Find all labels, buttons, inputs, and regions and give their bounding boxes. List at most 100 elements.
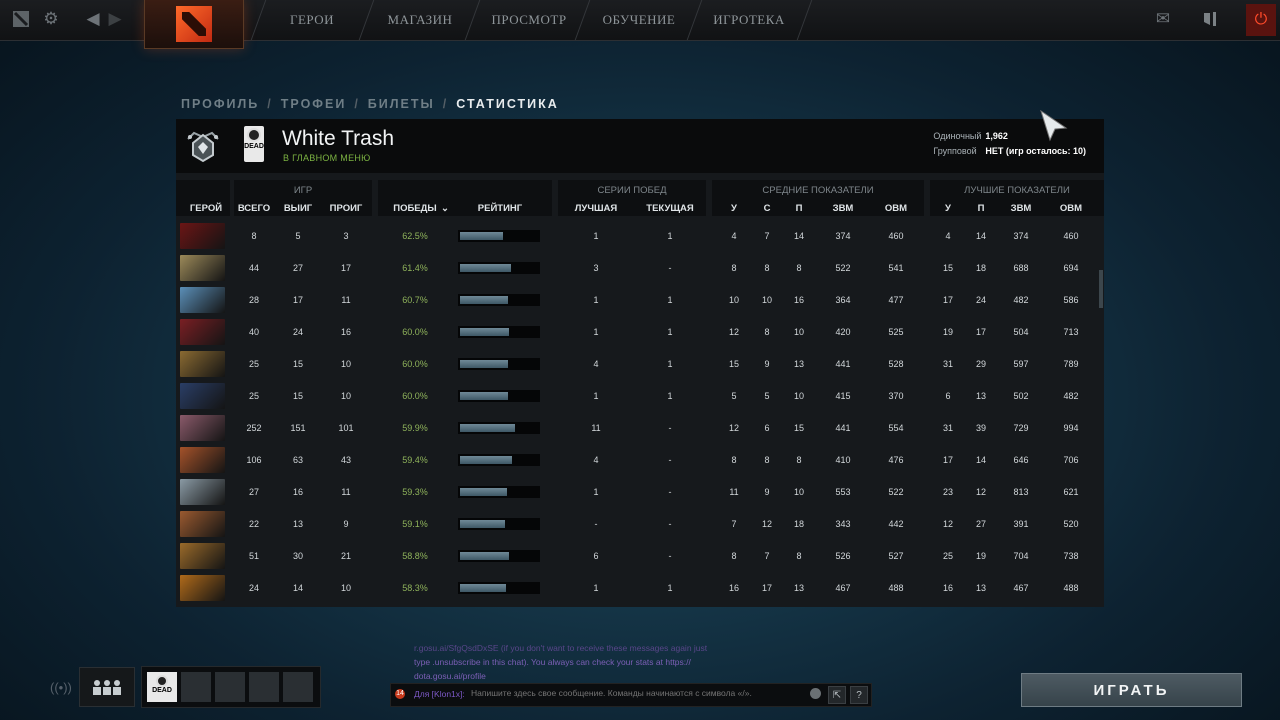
cell-winrate: 62.5% (402, 231, 428, 241)
col-avg-kills[interactable]: У (724, 203, 744, 214)
dota-logo-button[interactable] (144, 0, 244, 49)
col-best-streak[interactable]: ЛУЧШАЯ (568, 203, 624, 214)
cell-total: 25 (248, 391, 259, 401)
col-avg-xpm[interactable]: ЗВМ (828, 203, 858, 214)
col-avg-assists[interactable]: П (789, 203, 809, 214)
settings-gear-icon[interactable]: ⚙ (40, 8, 62, 30)
col-wins[interactable]: ВЫИГ (278, 203, 318, 214)
col-current-streak[interactable]: ТЕКУЩАЯ (642, 203, 698, 214)
avatar[interactable]: DEAD (244, 126, 264, 162)
table-row[interactable]: 22 13 9 59.1% - - 7 12 18 343 442 12 27 391 520 (176, 508, 1104, 540)
col-best-assists[interactable]: П (971, 203, 991, 214)
col-avg-deaths[interactable]: С (757, 203, 777, 214)
cell-gpm: 541 (888, 263, 904, 273)
hero-portrait[interactable] (180, 415, 225, 441)
cell-losses: 10 (340, 583, 351, 593)
hero-portrait[interactable] (180, 479, 225, 505)
cell-ba: 13 (975, 391, 986, 401)
hero-portrait[interactable] (180, 383, 225, 409)
table-row[interactable]: 252 151 101 59.9% 11 - 12 6 15 441 554 31 39 729 994 (176, 412, 1104, 444)
table-row[interactable]: 40 24 16 60.0% 1 1 12 8 10 420 525 19 17 504 713 (176, 316, 1104, 348)
party-slot-empty[interactable] (283, 672, 313, 702)
col-total[interactable]: ВСЕГО (234, 203, 274, 214)
table-row[interactable]: 8 5 3 62.5% 1 1 4 7 14 374 460 4 14 374 460 (176, 220, 1104, 252)
cell-ba: 12 (975, 487, 986, 497)
cell-bgpm: 586 (1063, 295, 1079, 305)
table-row[interactable]: 28 17 11 60.7% 1 1 10 10 16 364 477 17 24 482 586 (176, 284, 1104, 316)
chat-message-link[interactable]: dota.gosu.ai/profile (414, 669, 744, 683)
rating-bar-fill (460, 520, 505, 528)
cell-ba: 18 (975, 263, 986, 273)
table-row[interactable]: 25 15 10 60.0% 1 1 5 5 10 415 370 6 13 502 482 (176, 380, 1104, 412)
chat-channel-label[interactable]: Для [Klon1x]: (414, 689, 465, 699)
table-row[interactable]: 44 27 17 61.4% 3 - 8 8 8 522 541 15 18 688 694 (176, 252, 1104, 284)
table-row[interactable]: 24 14 10 58.3% 1 1 16 17 13 467 488 16 13 467 488 (176, 572, 1104, 604)
avatar-text: DEAD (244, 143, 264, 150)
col-losses[interactable]: ПРОИГ (324, 203, 368, 214)
chat-popout-icon[interactable]: ⇱ (828, 686, 846, 704)
hero-portrait[interactable] (180, 351, 225, 377)
cell-bgpm: 482 (1063, 391, 1079, 401)
table-row[interactable]: 25 15 10 60.0% 4 1 15 9 13 441 528 31 29 597 789 (176, 348, 1104, 380)
party-slot-empty[interactable] (249, 672, 279, 702)
party-slot-empty[interactable] (181, 672, 211, 702)
cell-d: 12 (761, 519, 772, 529)
nav-watch[interactable]: ПРОСМОТР (478, 0, 580, 40)
armory-icon[interactable] (1200, 8, 1222, 30)
col-best-xpm[interactable]: ЗВМ (1006, 203, 1036, 214)
rating-bar-fill (460, 328, 509, 336)
cell-winrate: 60.0% (402, 359, 428, 369)
breadcrumb-stats[interactable]: СТАТИСТИКА (456, 97, 559, 111)
sort-desc-chevron-icon[interactable]: ⌄ (440, 203, 450, 214)
hero-portrait[interactable] (180, 255, 225, 281)
cell-bxpm: 688 (1013, 263, 1029, 273)
cell-best: 1 (593, 487, 599, 497)
chat-help-icon[interactable]: ? (850, 686, 868, 704)
hero-portrait[interactable] (180, 575, 225, 601)
cell-bgpm: 994 (1063, 423, 1079, 433)
chat-unread-badge: 14 (395, 689, 405, 699)
play-dota-button[interactable]: ИГРАТЬ (1021, 673, 1242, 707)
hero-portrait[interactable] (180, 447, 225, 473)
cell-winrate: 61.4% (402, 263, 428, 273)
col-avg-gpm[interactable]: ОВМ (881, 203, 911, 214)
col-best-gpm[interactable]: ОВМ (1056, 203, 1086, 214)
breadcrumb-profile[interactable]: ПРОФИЛЬ (181, 97, 259, 111)
party-slot-empty[interactable] (215, 672, 245, 702)
party-slot-self[interactable]: DEAD (147, 672, 177, 702)
forward-arrow-icon[interactable]: ▶ (104, 8, 126, 30)
hero-stats-table: ИГР СЕРИИ ПОБЕД СРЕДНИЕ ПОКАЗАТЕЛИ ЛУЧШИ… (176, 173, 1104, 607)
back-arrow-icon[interactable]: ◀ (82, 8, 104, 30)
cell-cur: - (668, 487, 672, 497)
col-hero[interactable]: ГЕРОЙ (176, 203, 236, 214)
hero-portrait[interactable] (180, 223, 225, 249)
breadcrumb-tickets[interactable]: БИЛЕТЫ (368, 97, 435, 111)
chat-input[interactable] (471, 686, 801, 700)
cell-bk: 17 (942, 455, 953, 465)
nav-arcade[interactable]: ИГРОТЕКА (698, 0, 800, 40)
table-row[interactable]: 51 30 21 58.8% 6 - 8 7 8 526 527 25 19 704 738 (176, 540, 1104, 572)
nav-heroes[interactable]: ГЕРОИ (262, 0, 362, 40)
friends-button[interactable] (79, 667, 135, 707)
cell-k: 12 (728, 327, 739, 337)
cell-bk: 17 (942, 295, 953, 305)
power-quit-icon[interactable]: ⏻ (1246, 4, 1276, 36)
hero-portrait[interactable] (180, 287, 225, 313)
nav-learn[interactable]: ОБУЧЕНИЕ (586, 0, 692, 40)
nav-store[interactable]: МАГАЗИН (370, 0, 470, 40)
cell-gpm: 476 (888, 455, 904, 465)
hero-portrait[interactable] (180, 511, 225, 537)
profile-header: DEAD White Trash В ГЛАВНОМ МЕНЮ Одиночны… (176, 119, 1104, 173)
table-scrollbar[interactable] (1099, 270, 1103, 308)
hero-portrait[interactable] (180, 319, 225, 345)
table-row[interactable]: 106 63 43 59.4% 4 - 8 8 8 410 476 17 14 646 706 (176, 444, 1104, 476)
emoticon-icon[interactable] (810, 688, 821, 699)
col-rating[interactable]: РЕЙТИНГ (472, 203, 528, 214)
dota-menu-icon[interactable] (10, 8, 32, 30)
mail-icon[interactable]: ✉ (1152, 8, 1174, 30)
breadcrumb-trophies[interactable]: ТРОФЕИ (281, 97, 347, 111)
col-winrate[interactable]: ПОБЕДЫ (390, 203, 440, 214)
table-row[interactable]: 27 16 11 59.3% 1 - 11 9 10 553 522 23 12 813 621 (176, 476, 1104, 508)
hero-portrait[interactable] (180, 543, 225, 569)
col-best-kills[interactable]: У (938, 203, 958, 214)
